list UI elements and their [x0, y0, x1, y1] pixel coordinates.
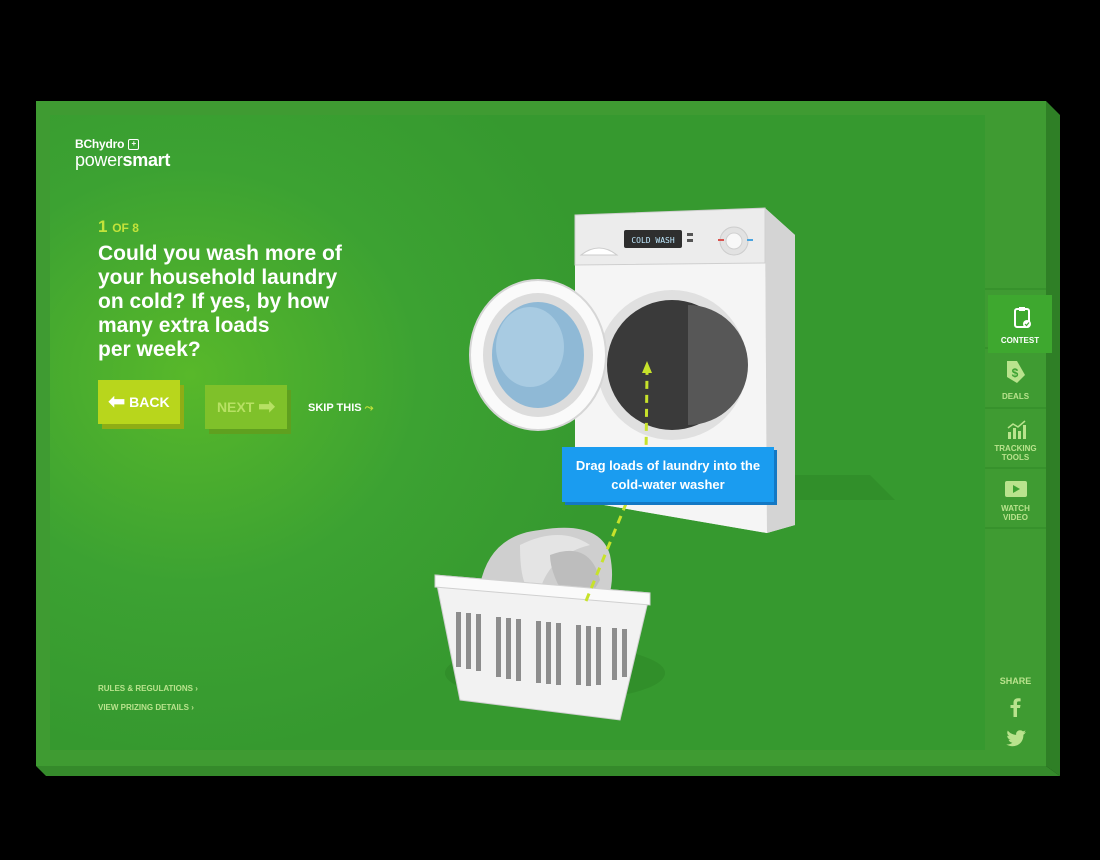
nav-deals-label: DEALS [1001, 392, 1030, 401]
washer-display-text: COLD WASH [631, 236, 675, 245]
panel-light [687, 239, 693, 242]
facebook-icon[interactable] [1005, 696, 1027, 718]
nav-tracking-label-2: TOOLS [1001, 453, 1030, 462]
bar-chart-icon [1007, 420, 1026, 439]
play-icon [1005, 481, 1027, 497]
frame-bottom [36, 766, 1060, 776]
nav-tracking-label-1: TRACKING [994, 444, 1037, 453]
rules-link[interactable]: RULES & REGULATIONS › [98, 684, 198, 693]
dial-mark-red [718, 239, 724, 241]
svg-text:$: $ [1012, 366, 1019, 380]
nav-deals[interactable]: $ DEALS [985, 352, 1046, 410]
clipboard-icon [1014, 307, 1031, 328]
dial-mark-blue [747, 239, 753, 241]
dial-knob [725, 232, 743, 250]
quiz-stage: BChydro + powersmart 1 OF 8 Could you was… [50, 115, 985, 750]
nav-video-label-1: WATCH [1001, 504, 1030, 513]
share-label: SHARE [999, 676, 1032, 686]
frame-side [1046, 101, 1060, 776]
side-nav: CONTEST $ DEALS TRACKING TOOLS WATCH VID… [985, 115, 1052, 750]
panel-light [687, 233, 693, 236]
prizing-link[interactable]: VIEW PRIZING DETAILS › [98, 703, 194, 712]
nav-tracking-tools[interactable]: TRACKING TOOLS [985, 411, 1046, 469]
nav-contest-label: CONTEST [1000, 336, 1040, 345]
twitter-icon[interactable] [1005, 727, 1027, 749]
nav-video-label-2: VIDEO [1003, 513, 1028, 522]
laundry-illustration: COLD WASH [434, 207, 895, 721]
price-tag-icon: $ [1007, 361, 1025, 383]
drag-hint-tooltip: Drag loads of laundry into the cold-wate… [562, 447, 774, 502]
nav-watch-video[interactable]: WATCH VIDEO [985, 471, 1046, 529]
nav-contest[interactable]: CONTEST [988, 295, 1052, 353]
door-glass-highlight [496, 307, 564, 387]
